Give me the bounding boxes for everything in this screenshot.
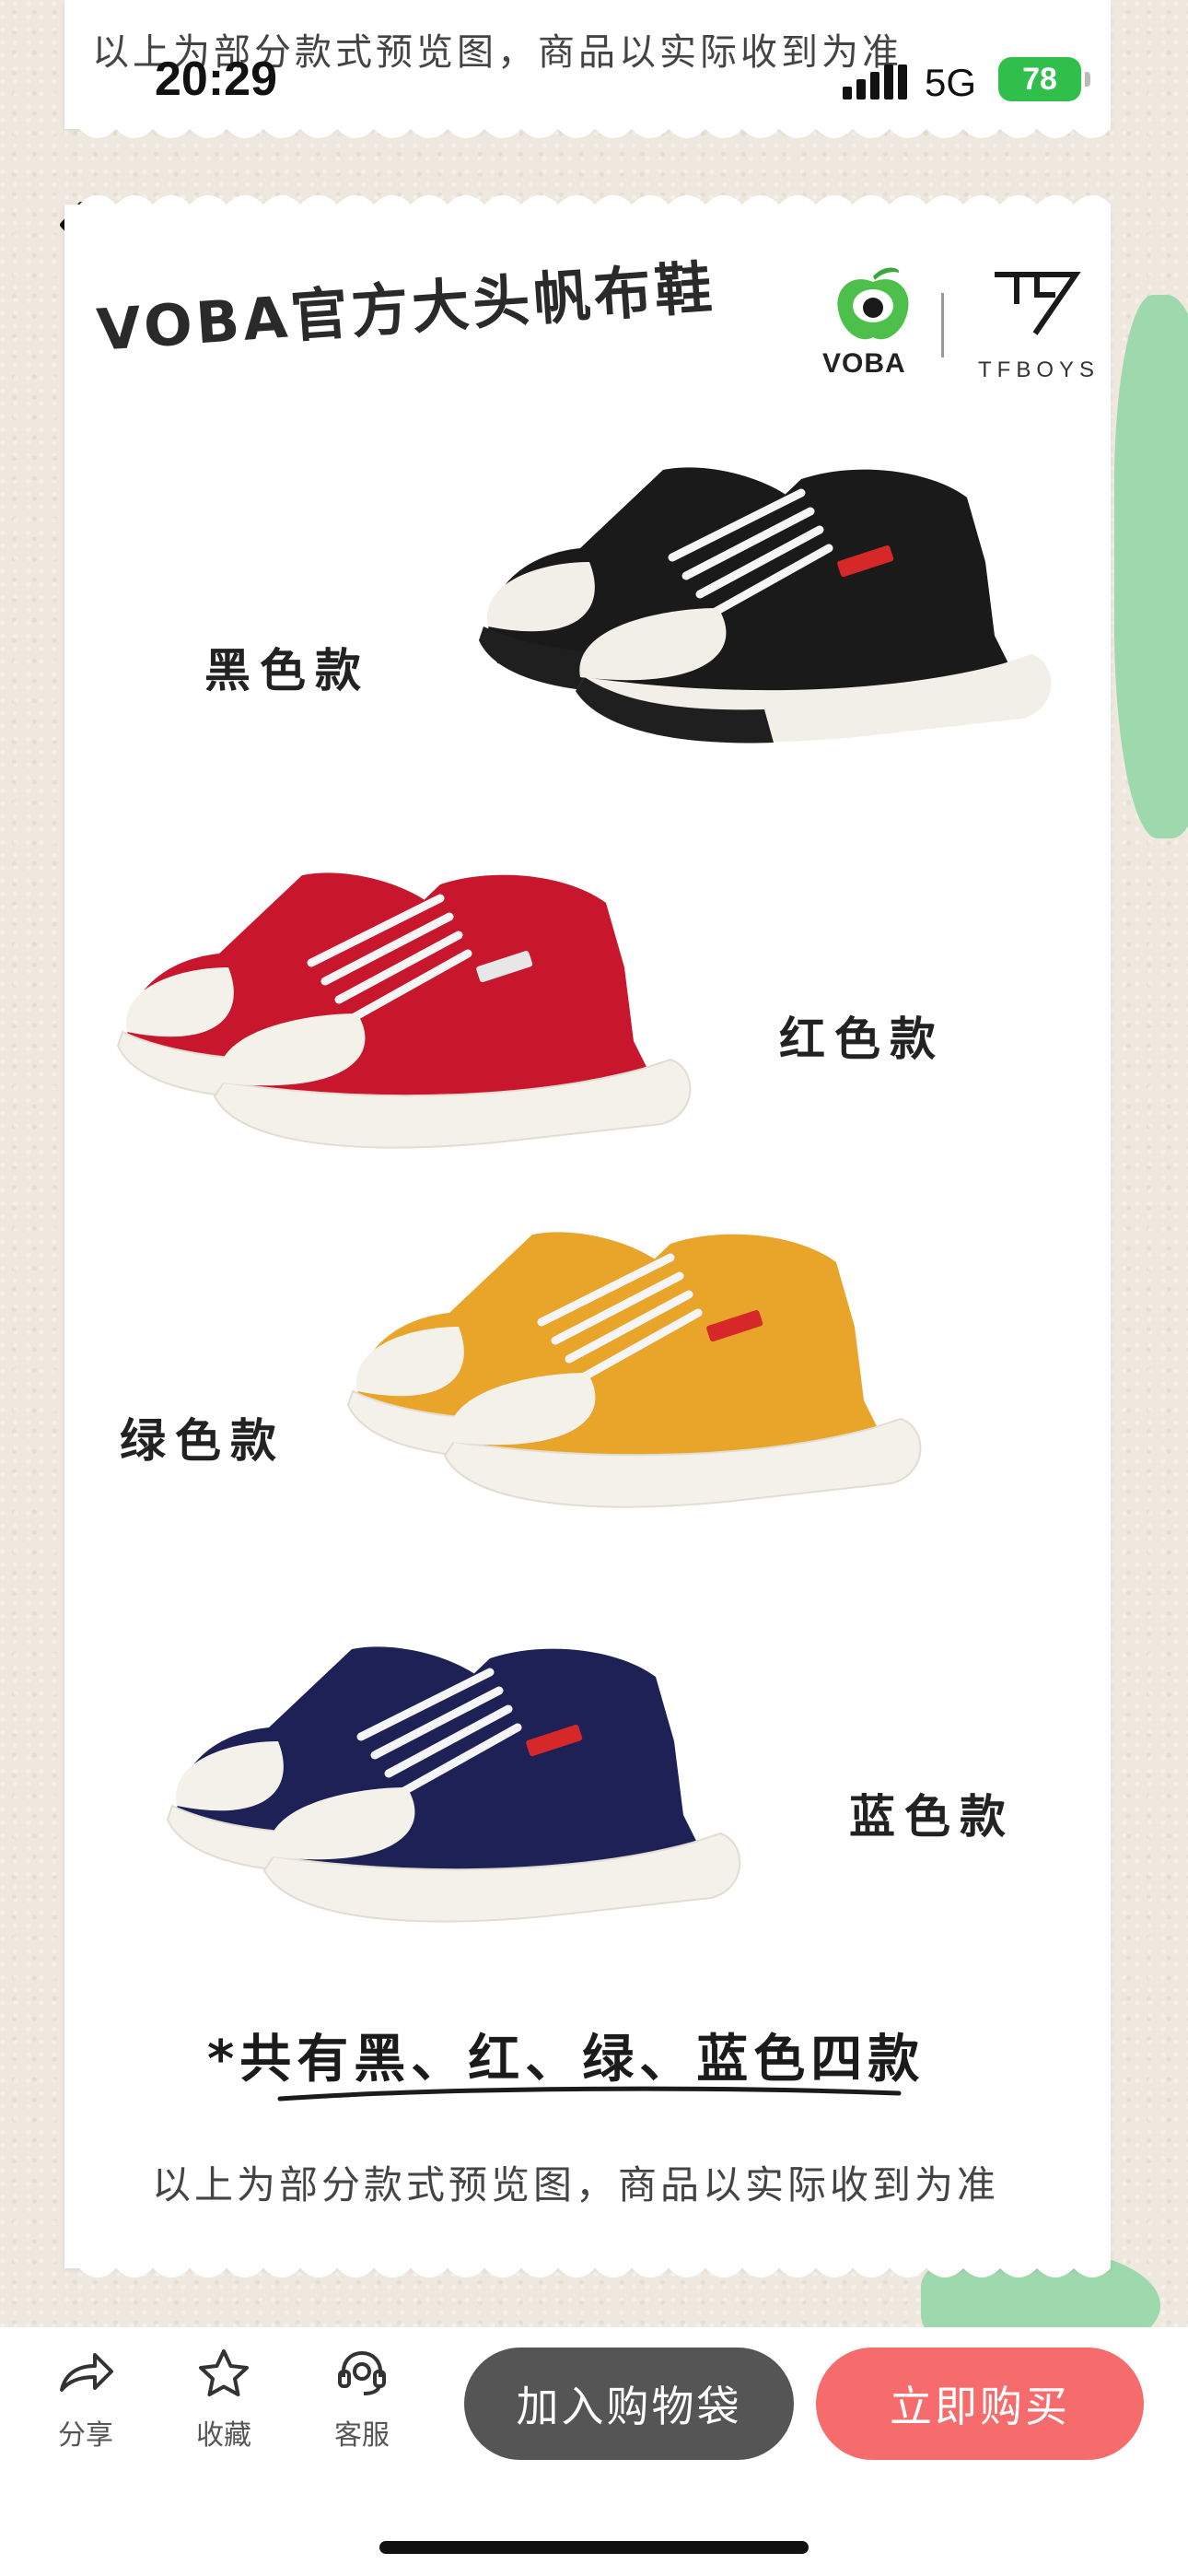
- variant-label-green: 绿色款: [120, 1414, 285, 1468]
- share-label: 分享: [58, 2419, 113, 2452]
- stamp-edge: [64, 195, 1111, 223]
- decorative-green-shape: [1114, 295, 1188, 838]
- voba-apple-logo-icon: [837, 267, 909, 340]
- status-bar: 20:29 5G 78: [0, 0, 1188, 157]
- logo-divider: [941, 293, 944, 357]
- network-type: 5G: [925, 61, 977, 104]
- favorite-label: 收藏: [196, 2419, 251, 2452]
- battery-indicator: 78: [998, 57, 1090, 101]
- variant-label-blue: 蓝色款: [849, 1790, 1015, 1844]
- voba-logo-text: VOBA: [822, 348, 906, 379]
- stamp-edge: [64, 2250, 1111, 2277]
- variant-label-black: 黑色款: [204, 644, 370, 697]
- tfboys-logo-text: TFBOYS: [978, 357, 1101, 382]
- favorite-button[interactable]: 收藏: [173, 2348, 274, 2453]
- summary-underline: [277, 2086, 902, 2102]
- cellular-signal-icon: [843, 64, 907, 100]
- add-to-bag-button[interactable]: 加入购物袋: [464, 2348, 794, 2460]
- share-button[interactable]: 分享: [35, 2348, 136, 2453]
- battery-level: 78: [1022, 61, 1057, 97]
- buy-now-button[interactable]: 立即购买: [816, 2348, 1144, 2460]
- headset-icon: [338, 2350, 386, 2395]
- shoe-image-blue: [166, 1646, 741, 1923]
- variant-label-red: 红色款: [779, 1013, 945, 1066]
- share-icon: [60, 2353, 113, 2392]
- customer-service-label: 客服: [334, 2419, 390, 2452]
- customer-service-button[interactable]: 客服: [311, 2348, 413, 2453]
- preview-disclaimer: 以上为部分款式预览图，商品以实际收到为准: [152, 2162, 1000, 2207]
- star-icon: [199, 2349, 249, 2396]
- tfboys-logo-icon: [995, 272, 1081, 335]
- shoe-image-black: [479, 467, 1052, 744]
- shoe-image-red: [116, 872, 692, 1149]
- status-time: 20:29: [155, 53, 277, 106]
- home-indicator[interactable]: [379, 2541, 809, 2554]
- shoe-image-yellow: [346, 1232, 922, 1508]
